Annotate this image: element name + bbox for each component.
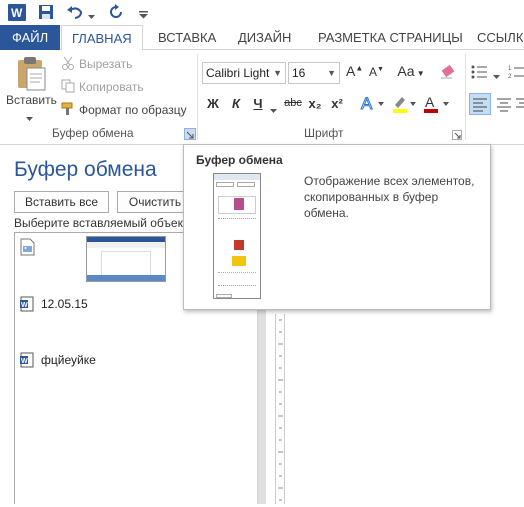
save-icon[interactable] xyxy=(38,4,54,23)
font-name-value: Calibri Light xyxy=(206,66,270,80)
font-group-label: Шрифт xyxy=(304,126,344,140)
clipboard-group-label: Буфер обмена xyxy=(52,126,134,140)
paste-all-button[interactable]: Вставить все xyxy=(14,191,109,213)
clipboard-image-thumbnail xyxy=(86,236,166,282)
screentip-description: Отображение всех элементов, скопированны… xyxy=(304,174,475,220)
svg-text:2: 2 xyxy=(508,74,512,80)
tab-page-layout[interactable]: РАЗМЕТКА СТРАНИЦЫ xyxy=(308,25,473,50)
text-effects-icon[interactable]: A xyxy=(360,94,386,117)
tab-design[interactable]: ДИЗАЙН xyxy=(228,25,301,50)
word-logo-icon: W xyxy=(8,4,26,21)
change-case-label: Aa xyxy=(397,63,415,79)
superscript-button[interactable]: x² xyxy=(328,96,346,111)
font-size-combo[interactable]: 16 ▼ xyxy=(288,62,340,84)
svg-text:A: A xyxy=(425,94,435,110)
subscript-button[interactable]: x₂ xyxy=(306,96,324,111)
pane-prompt: Выберите вставляемый объект: xyxy=(14,216,192,230)
clear-formatting-icon[interactable] xyxy=(440,64,458,83)
ribbon: Вставить Вырезать Копировать Формат по о… xyxy=(0,50,524,145)
bold-button[interactable]: Ж xyxy=(205,96,221,111)
chevron-down-icon: ▼ xyxy=(273,68,282,78)
list-item-text: фцйеуйке xyxy=(41,353,96,367)
svg-text:W: W xyxy=(11,6,23,20)
svg-text:W: W xyxy=(21,358,28,365)
redo-icon[interactable] xyxy=(107,3,125,24)
pane-title: Буфер обмена xyxy=(14,158,157,181)
screentip-title: Буфер обмена xyxy=(196,153,283,167)
format-painter-button[interactable]: Формат по образцу xyxy=(79,103,187,117)
undo-icon[interactable] xyxy=(66,4,84,23)
cut-icon xyxy=(61,56,75,73)
clipboard-screentip: Буфер обмена Отображение всех элементов,… xyxy=(183,144,491,310)
pane-items-border xyxy=(14,232,15,504)
group-separator xyxy=(465,54,466,140)
align-left-icon[interactable] xyxy=(469,93,491,115)
chevron-down-icon: ▼ xyxy=(327,68,336,78)
tab-home[interactable]: ГЛАВНАЯ xyxy=(61,25,143,51)
font-name-combo[interactable]: Calibri Light ▼ xyxy=(202,62,286,84)
shrink-font-label: A xyxy=(369,65,378,79)
align-center-icon[interactable] xyxy=(495,95,513,116)
tab-file[interactable]: ФАЙЛ xyxy=(0,25,60,50)
bullets-dropdown-icon[interactable] xyxy=(493,69,500,83)
underline-dropdown-icon[interactable] xyxy=(270,103,277,117)
format-painter-icon xyxy=(61,102,75,119)
italic-button[interactable]: К xyxy=(228,96,244,111)
clipboard-launcher-icon[interactable] xyxy=(184,128,196,140)
tab-references[interactable]: ССЫЛКИ xyxy=(467,25,524,50)
paste-button[interactable]: Вставить xyxy=(6,93,57,107)
tab-insert[interactable]: ВСТАВКА xyxy=(148,25,226,50)
font-color-icon[interactable]: A xyxy=(423,94,453,117)
svg-text:W: W xyxy=(21,302,28,309)
underline-button[interactable]: Ч xyxy=(250,96,266,111)
bullets-icon[interactable] xyxy=(470,64,490,83)
customize-qat-icon[interactable] xyxy=(139,8,148,22)
ribbon-tabs: ФАЙЛ ГЛАВНАЯ ВСТАВКА ДИЗАЙН РАЗМЕТКА СТР… xyxy=(0,25,524,51)
numbering-icon[interactable]: 12 xyxy=(508,64,524,83)
svg-text:A: A xyxy=(361,94,373,113)
picture-item-icon xyxy=(20,238,36,259)
screentip-preview-image xyxy=(213,173,261,299)
word-item-icon: W xyxy=(20,352,34,371)
grow-font-button[interactable]: A▲ xyxy=(346,63,363,79)
copy-button[interactable]: Копировать xyxy=(79,80,144,94)
vertical-ruler[interactable] xyxy=(275,314,285,504)
align-right-icon[interactable] xyxy=(516,95,524,116)
list-item-text: 12.05.15 xyxy=(41,297,88,311)
word-item-icon: W xyxy=(20,296,34,315)
group-separator xyxy=(197,54,198,140)
change-case-button[interactable]: Aa ▼ xyxy=(397,63,425,79)
strikethrough-button[interactable]: abc xyxy=(281,97,305,109)
font-size-value: 16 xyxy=(292,66,306,80)
shrink-font-button[interactable]: A▼ xyxy=(369,65,384,79)
font-launcher-icon[interactable] xyxy=(452,129,462,143)
highlight-icon[interactable] xyxy=(392,94,418,117)
copy-icon xyxy=(61,79,75,96)
grow-font-label: A xyxy=(346,63,356,79)
clear-all-button[interactable]: Очистить xyxy=(117,191,193,213)
paste-dropdown-icon[interactable] xyxy=(26,111,33,125)
paste-icon[interactable] xyxy=(15,56,47,95)
title-bar: W xyxy=(0,0,524,25)
list-item[interactable]: W фцйеуйке xyxy=(14,348,258,374)
cut-button[interactable]: Вырезать xyxy=(79,57,132,71)
undo-dropdown-icon[interactable] xyxy=(88,9,95,23)
svg-text:1: 1 xyxy=(508,66,512,72)
